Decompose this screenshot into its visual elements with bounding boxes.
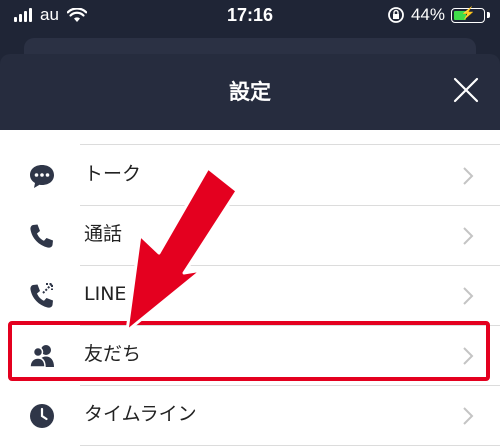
annotation-arrow <box>125 166 239 333</box>
